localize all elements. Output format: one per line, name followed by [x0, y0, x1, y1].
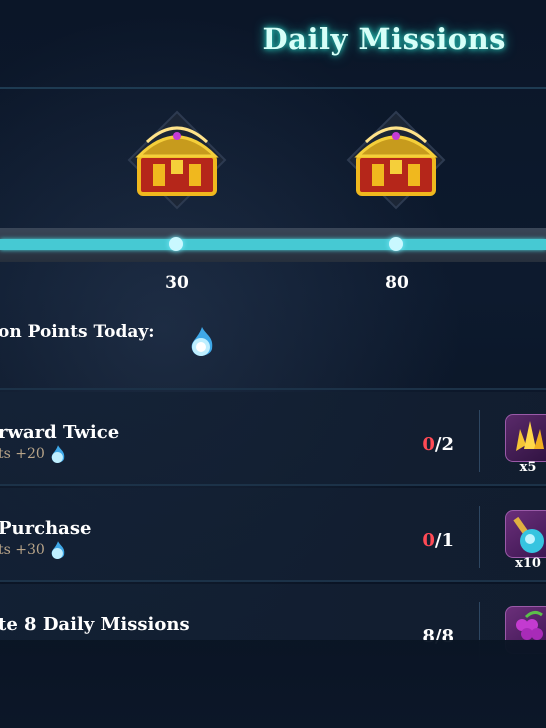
progress-fill	[0, 239, 546, 250]
milestone-label: 30	[165, 273, 189, 293]
mission-row: Purchase ts +30 0/1 x10	[0, 488, 546, 580]
header-divider	[0, 87, 546, 89]
blue-flame-icon	[191, 327, 213, 356]
treasure-chest-icon[interactable]	[344, 108, 448, 212]
milestone-label: 80	[385, 273, 409, 293]
potion-icon[interactable]	[505, 510, 546, 558]
mission-progress: 0/1	[422, 530, 454, 551]
mission-name: rward Twice	[0, 422, 120, 443]
milestone-node	[169, 237, 183, 251]
list-divider	[0, 580, 546, 582]
row-divider	[479, 506, 480, 568]
reward-quantity: x10	[515, 556, 541, 571]
list-divider	[0, 388, 546, 390]
treasure-chest-icon[interactable]	[125, 108, 229, 212]
mission-row: rward Twice ts +20 0/2 x5	[0, 392, 546, 484]
page-title: Daily Missions	[262, 22, 506, 56]
mission-name: Purchase	[0, 518, 92, 539]
blue-flame-icon	[51, 445, 65, 463]
mission-progress: 0/2	[422, 434, 454, 455]
blue-flame-icon	[51, 541, 65, 559]
points-today-label: on Points Today:	[0, 322, 155, 342]
bottom-fade-overlay	[0, 640, 546, 728]
milestone-node	[389, 237, 403, 251]
gold-crystal-icon[interactable]	[505, 414, 546, 462]
reward-quantity: x5	[519, 460, 537, 475]
row-divider	[479, 410, 480, 472]
mission-reward: ts +20	[0, 446, 45, 462]
mission-reward: ts +30	[0, 542, 45, 558]
list-divider	[0, 484, 546, 486]
mission-name: te 8 Daily Missions	[0, 614, 190, 635]
